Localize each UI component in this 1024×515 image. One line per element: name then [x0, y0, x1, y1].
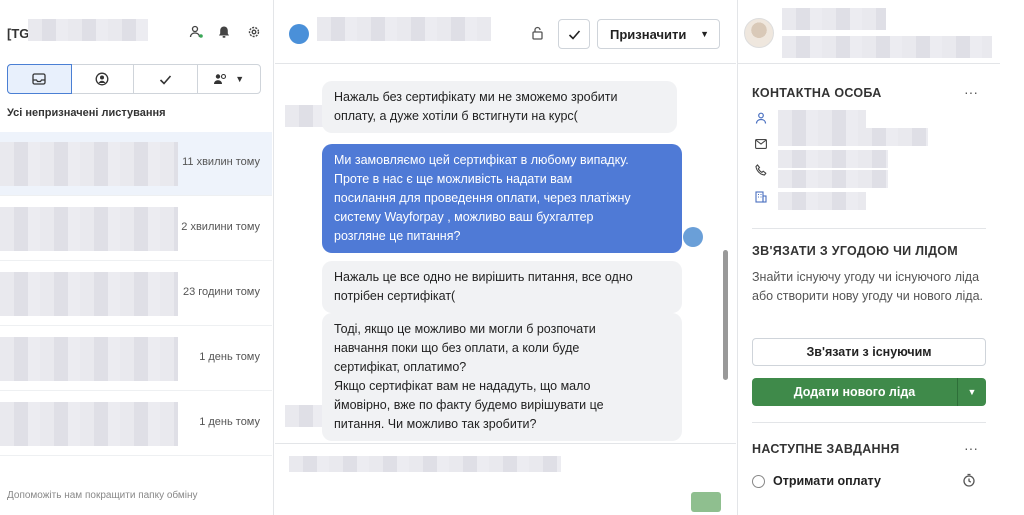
users-icon — [214, 73, 227, 84]
redacted-conversation — [0, 272, 178, 316]
more-icon[interactable]: ··· — [964, 84, 978, 100]
link-section-description: Знайти існуючу угоду чи існуючого ліда а… — [752, 270, 984, 303]
details-panel: КОНТАКТНА ОСОБА ··· ЗВ'ЯЗАТИ З УГОДОЮ ЧИ… — [737, 0, 1001, 515]
task-checkbox[interactable] — [752, 474, 765, 488]
message-bubble: Ми замовляємо цей сертифікат в любому ви… — [322, 144, 682, 253]
redacted-channel-name — [28, 19, 148, 41]
redacted-contact-value — [778, 110, 866, 128]
more-icon[interactable]: ··· — [964, 440, 978, 456]
filter-label: Усі непризначені листування — [7, 107, 166, 119]
conversation-time: 2 хвилини тому — [181, 221, 260, 233]
task-item[interactable]: Отримати оплату — [752, 474, 881, 488]
chat-header: Призначити ▼ — [275, 0, 736, 64]
task-label: Отримати оплату — [773, 474, 881, 488]
chevron-down-icon: ▼ — [235, 74, 245, 84]
redacted-timestamp — [285, 405, 323, 427]
divider — [752, 422, 986, 423]
redacted-contact-name — [317, 17, 491, 41]
conversation-time: 1 день тому — [199, 416, 260, 428]
conversation-item[interactable]: 1 день тому — [0, 327, 272, 391]
divider — [752, 228, 986, 229]
redacted-contact-value — [778, 170, 888, 188]
tab-team[interactable]: ▼ — [198, 65, 261, 93]
message-bubble: Нажаль це все одно не вирішить питання, … — [322, 261, 682, 313]
timer-icon[interactable] — [962, 473, 976, 490]
close-conversation-button[interactable] — [558, 19, 590, 49]
feedback-link[interactable]: Допоможіть нам покращити папку обміну — [7, 490, 198, 501]
assign-button[interactable]: Призначити ▼ — [597, 19, 720, 49]
user-assign-icon[interactable] — [188, 24, 204, 40]
redacted-conversation — [0, 337, 178, 381]
chat-scrollbar[interactable] — [723, 250, 728, 380]
left-header: [TG — [0, 0, 274, 58]
conversation-time: 23 години тому — [183, 286, 260, 298]
mail-icon — [754, 137, 768, 151]
redacted-contact-value — [778, 128, 928, 146]
link-existing-button[interactable]: Зв'язати з існуючим — [752, 338, 986, 366]
add-lead-button-group: Додати нового ліда ▼ — [752, 378, 986, 406]
conversation-time: 11 хвилин тому — [182, 156, 260, 168]
redacted-conversation — [0, 402, 178, 446]
conversation-item[interactable]: 11 хвилин тому — [0, 132, 272, 196]
avatar — [744, 18, 774, 48]
lock-icon[interactable] — [531, 26, 545, 43]
conversation-item[interactable]: 2 хвилини тому — [0, 197, 272, 261]
message-bubble: Тоді, якщо це можливо ми могли б розпоча… — [322, 313, 682, 441]
filter-tabs: ▼ — [7, 64, 261, 94]
chevron-down-icon[interactable]: ▼ — [958, 378, 986, 406]
inbox-icon — [32, 73, 46, 85]
conversation-time: 1 день тому — [199, 351, 260, 363]
tab-inbox[interactable] — [7, 64, 72, 94]
contact-section-title: КОНТАКТНА ОСОБА — [752, 86, 882, 100]
message-list: Нажаль без сертифікату ми не зможемо зро… — [275, 65, 736, 443]
gear-icon[interactable] — [246, 24, 262, 40]
tab-done[interactable] — [134, 65, 198, 93]
person-icon — [754, 111, 768, 125]
add-lead-button[interactable]: Додати нового ліда — [752, 378, 958, 406]
tab-mine[interactable] — [71, 65, 134, 93]
redacted-conversation — [0, 142, 178, 186]
redacted-contact-value — [778, 192, 866, 210]
details-header — [738, 0, 1001, 64]
message-bubble: Нажаль без сертифікату ми не зможемо зро… — [322, 81, 677, 133]
channel-title: [TG — [7, 26, 30, 41]
app: [TG ▼ Усі непризначені листування 11 хви… — [0, 0, 1024, 515]
redacted-composer-text — [289, 456, 561, 472]
bell-icon[interactable] — [216, 24, 232, 40]
link-section-title: ЗВ'ЯЗАТИ З УГОДОЮ ЧИ ЛІДОМ — [752, 244, 959, 258]
redacted-contact-name — [782, 8, 886, 30]
redacted-conversation — [0, 207, 178, 251]
message-composer[interactable] — [275, 443, 736, 515]
chat-panel: Призначити ▼ Нажаль без сертифікату ми н… — [275, 0, 736, 515]
telegram-icon — [683, 227, 703, 247]
redacted-contact-value — [778, 150, 888, 168]
next-task-title: НАСТУПНЕ ЗАВДАННЯ — [752, 442, 900, 456]
company-icon — [754, 190, 768, 204]
redacted-timestamp — [285, 105, 323, 127]
check-icon — [568, 29, 580, 40]
assign-label: Призначити — [610, 26, 687, 42]
redacted-contact-email — [782, 36, 992, 58]
check-icon — [159, 74, 171, 85]
phone-icon — [754, 163, 768, 177]
conversation-item[interactable]: 23 години тому — [0, 262, 272, 326]
telegram-icon — [289, 24, 309, 44]
page-margin — [1000, 0, 1024, 515]
chevron-down-icon: ▼ — [700, 29, 709, 39]
user-circle-icon — [95, 72, 109, 86]
conversation-item[interactable]: 1 день тому — [0, 392, 272, 456]
conversation-list-panel: [TG ▼ Усі непризначені листування 11 хви… — [0, 0, 274, 515]
send-button[interactable] — [691, 492, 721, 512]
